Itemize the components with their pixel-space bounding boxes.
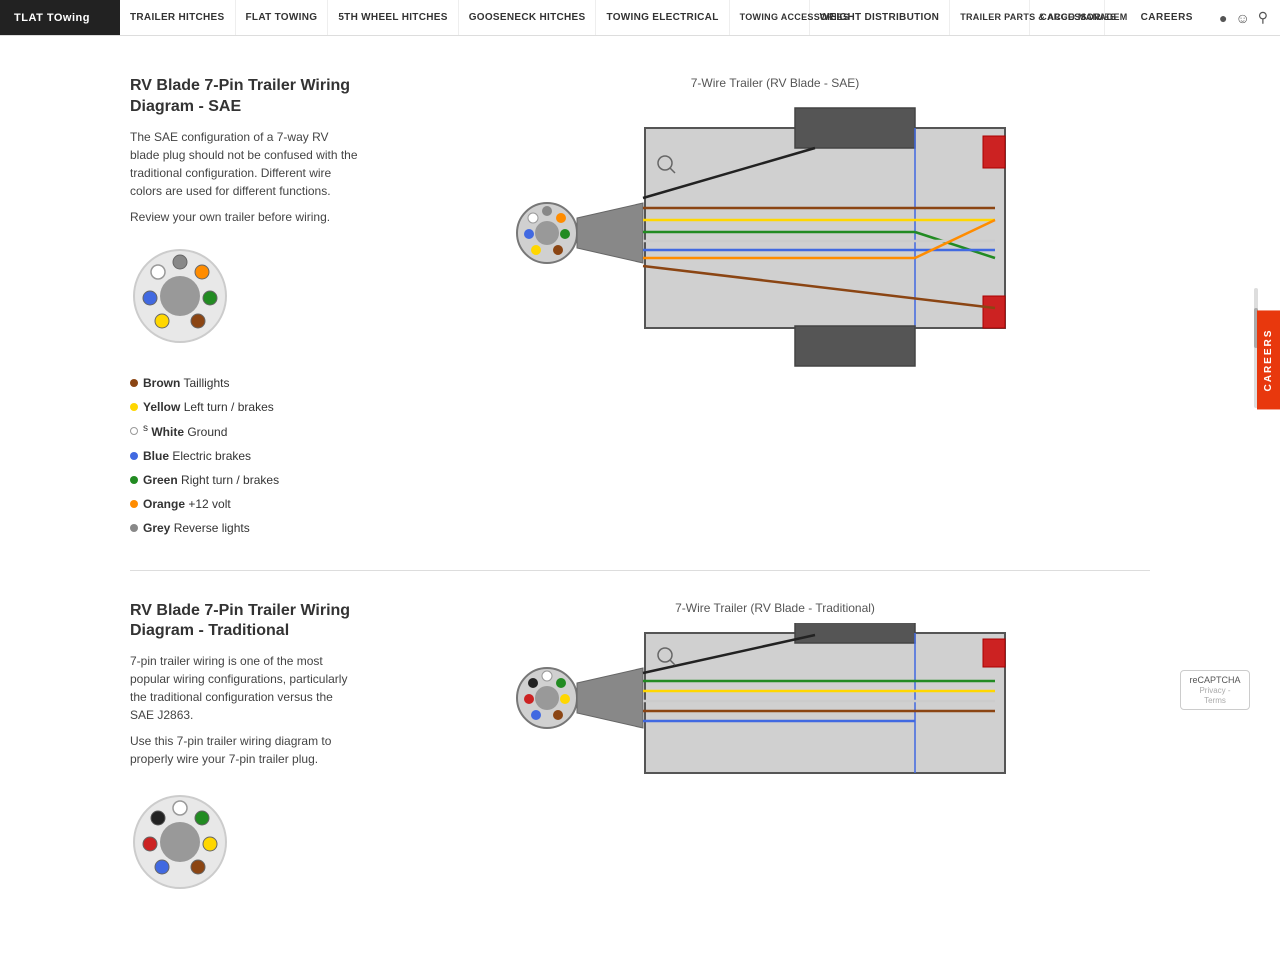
legend-orange: Orange +12 volt [130, 492, 360, 516]
traditional-section: RV Blade 7-Pin Trailer Wiring Diagram - … [130, 581, 1150, 938]
sae-plug-diagram [130, 246, 230, 346]
legend-dot-green [130, 476, 138, 484]
nav-item-towing-electrical[interactable]: TOWING ELECTRICAL [596, 0, 729, 35]
nav-item-cargo-management[interactable]: CARGO MANAGEMENT [1030, 0, 1105, 35]
legend-grey: Grey Reverse lights [130, 516, 360, 540]
nav-careers[interactable]: CAREERS [1127, 0, 1207, 35]
recaptcha-badge: reCAPTCHA Privacy - Terms [1180, 670, 1250, 710]
sae-wiring-diagram [495, 98, 1055, 378]
traditional-diagram-title: 7-Wire Trailer (RV Blade - Traditional) [675, 601, 875, 615]
traditional-desc1: 7-pin trailer wiring is one of the most … [130, 652, 360, 724]
traditional-desc2: Use this 7-pin trailer wiring diagram to… [130, 732, 360, 768]
sae-section: RV Blade 7-Pin Trailer Wiring Diagram - … [130, 56, 1150, 571]
nav-items-container: TRAILER HITCHES FLAT TOWING 5TH WHEEL HI… [120, 0, 1280, 35]
user-icon[interactable]: ☺ [1235, 10, 1249, 26]
legend-dot-grey [130, 524, 138, 532]
main-nav: TLAT TOwing TRAILER HITCHES FLAT TOWING … [0, 0, 1280, 36]
legend-white: s White Ground [130, 419, 360, 444]
sae-diagram-col: 7-Wire Trailer (RV Blade - SAE) [400, 76, 1150, 540]
nav-item-gooseneck[interactable]: GOOSENECK HITCHES [459, 0, 597, 35]
sae-desc2: Review your own trailer before wiring. [130, 208, 360, 226]
legend-dot-brown [130, 379, 138, 387]
traditional-title: RV Blade 7-Pin Trailer Wiring Diagram - … [130, 601, 360, 643]
careers-side-tab[interactable]: CAREERS [1257, 311, 1280, 410]
sae-text-col: RV Blade 7-Pin Trailer Wiring Diagram - … [130, 76, 360, 540]
nav-item-towing-accessories[interactable]: TOWING ACCESSORIES [730, 0, 810, 35]
sae-legend: Brown Taillights Yellow Left turn / brak… [130, 371, 360, 540]
legend-dot-orange [130, 500, 138, 508]
nav-item-trailer-parts[interactable]: TRAILER PARTS & ACCESSORIES [950, 0, 1030, 35]
nav-item-5th-wheel[interactable]: 5TH WHEEL HITCHES [328, 0, 458, 35]
nav-icons: ● ☺ ⚲ [1207, 0, 1280, 35]
legend-yellow: Yellow Left turn / brakes [130, 395, 360, 419]
legend-green: Green Right turn / brakes [130, 468, 360, 492]
sae-title: RV Blade 7-Pin Trailer Wiring Diagram - … [130, 76, 360, 118]
legend-dot-blue [130, 452, 138, 460]
main-content: RV Blade 7-Pin Trailer Wiring Diagram - … [110, 36, 1170, 967]
sae-desc1: The SAE configuration of a 7-way RV blad… [130, 128, 360, 200]
legend-brown: Brown Taillights [130, 371, 360, 395]
nav-item-trailer-hitches[interactable]: TRAILER HITCHES [120, 0, 236, 35]
legend-dot-white [130, 427, 138, 435]
brand-logo[interactable]: TLAT TOwing [0, 0, 120, 35]
traditional-wiring-diagram [495, 623, 1055, 783]
traditional-plug-diagram [130, 792, 230, 892]
logo-text1: TLAT [14, 12, 43, 24]
legend-dot-yellow [130, 403, 138, 411]
location-icon[interactable]: ● [1219, 10, 1227, 26]
logo-text2: TOwing [47, 12, 90, 24]
sae-diagram-title: 7-Wire Trailer (RV Blade - SAE) [691, 76, 860, 90]
traditional-text-col: RV Blade 7-Pin Trailer Wiring Diagram - … [130, 601, 360, 908]
nav-item-flat-towing[interactable]: FLAT TOWING [236, 0, 329, 35]
legend-blue: Blue Electric brakes [130, 444, 360, 468]
traditional-diagram-col: 7-Wire Trailer (RV Blade - Traditional) [400, 601, 1150, 908]
nav-item-weight-distribution[interactable]: WEIGHT DISTRIBUTION [810, 0, 951, 35]
search-icon[interactable]: ⚲ [1258, 9, 1268, 26]
